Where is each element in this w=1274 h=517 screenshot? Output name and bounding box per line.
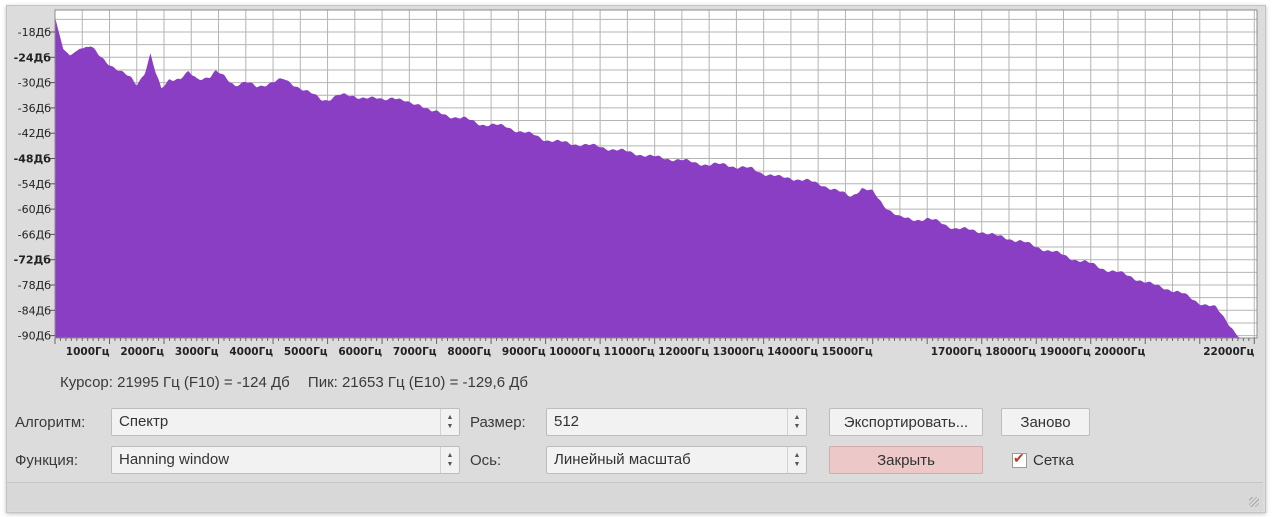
function-value: Hanning window: [119, 451, 230, 468]
status-bar: [7, 482, 1263, 511]
function-label: Функция:: [15, 452, 79, 469]
algorithm-value: Спектр: [119, 413, 169, 430]
axis-select[interactable]: Линейный масштаб ▲ ▼: [546, 446, 807, 474]
db-tick-label: -84Дб: [18, 304, 52, 317]
axis-label: Ось:: [470, 452, 502, 469]
spectrum-plot[interactable]: -18Дб -24Дб -30Дб -36Дб -42Дб -48Дб -54Дб -60Дб…: [7, 6, 1267, 366]
replot-button[interactable]: Заново: [1001, 408, 1090, 436]
cursor-readout: Курсор: 21995 Гц (F10) = -124 Дб: [60, 374, 290, 391]
freq-tick-label: 3000Гц: [175, 346, 219, 358]
freq-tick-label: 8000Гц: [447, 346, 491, 358]
spin-arrows-icon[interactable]: ▲ ▼: [787, 447, 806, 473]
freq-tick-label: 13000Гц: [713, 346, 764, 358]
checkmark-icon[interactable]: [1012, 450, 1027, 468]
peak-readout: Пик: 21653 Гц (E10) = -129,6 Дб: [307, 374, 528, 391]
db-tick-label: -54Дб: [18, 178, 52, 191]
db-tick-label: -42Дб: [18, 127, 52, 140]
db-tick-label: -24Дб: [14, 51, 52, 64]
size-value: 512: [554, 413, 580, 430]
resize-grip-icon[interactable]: [1249, 497, 1259, 507]
freq-tick-label: 20000Гц: [1094, 346, 1145, 358]
freq-tick-label: 14000Гц: [767, 346, 818, 358]
size-select[interactable]: 512 ▲ ▼: [546, 408, 807, 436]
close-button[interactable]: Закрыть: [829, 446, 983, 474]
freq-tick-label: 11000Гц: [604, 346, 655, 358]
db-tick-label: -60Дб: [18, 203, 52, 216]
grid-checkbox[interactable]: Сетка: [1012, 450, 1074, 469]
db-tick-label: -48Дб: [14, 153, 52, 166]
export-button[interactable]: Экспортировать...: [829, 408, 983, 436]
spin-arrows-icon[interactable]: ▲ ▼: [440, 409, 459, 435]
freq-tick-label: 19000Гц: [1040, 346, 1091, 358]
freq-tick-label: 7000Гц: [393, 346, 437, 358]
db-tick-label: -30Дб: [18, 77, 52, 90]
algorithm-select[interactable]: Спектр ▲ ▼: [111, 408, 460, 436]
db-tick-label: -18Дб: [18, 26, 52, 39]
freq-tick-label: 15000Гц: [822, 346, 873, 358]
freq-tick-label: 9000Гц: [502, 346, 546, 358]
freq-tick-label: 17000Гц: [931, 346, 982, 358]
freq-tick-label: 12000Гц: [658, 346, 709, 358]
axis-value: Линейный масштаб: [554, 451, 691, 468]
freq-tick-label: 10000Гц: [549, 346, 600, 358]
algorithm-label: Алгоритм:: [15, 414, 86, 431]
spin-arrows-icon[interactable]: ▲ ▼: [440, 447, 459, 473]
db-tick-label: -66Дб: [18, 228, 52, 241]
db-tick-label: -72Дб: [14, 254, 52, 267]
grid-checkbox-label: Сетка: [1033, 452, 1074, 469]
freq-tick-label: 18000Гц: [985, 346, 1036, 358]
function-select[interactable]: Hanning window ▲ ▼: [111, 446, 460, 474]
db-tick-label: -90Дб: [18, 330, 52, 343]
size-label: Размер:: [470, 414, 526, 431]
freq-tick-label: 22000Гц: [1203, 346, 1254, 358]
freq-tick-label: 4000Гц: [229, 346, 273, 358]
freq-tick-label: 1000Гц: [66, 346, 110, 358]
status-line: Курсор: 21995 Гц (F10) = -124 Дб Пик: 21…: [60, 374, 542, 391]
freq-tick-label: 6000Гц: [338, 346, 382, 358]
freq-tick-label: 5000Гц: [284, 346, 328, 358]
spectrum-svg[interactable]: -18Дб -24Дб -30Дб -36Дб -42Дб -48Дб -54Дб -60Дб…: [7, 6, 1267, 366]
db-tick-label: -78Дб: [18, 279, 52, 292]
spin-arrows-icon[interactable]: ▲ ▼: [787, 409, 806, 435]
db-tick-label: -36Дб: [18, 102, 52, 115]
frequency-analysis-window: -18Дб -24Дб -30Дб -36Дб -42Дб -48Дб -54Дб -60Дб…: [6, 5, 1266, 513]
freq-tick-label: 2000Гц: [120, 346, 164, 358]
